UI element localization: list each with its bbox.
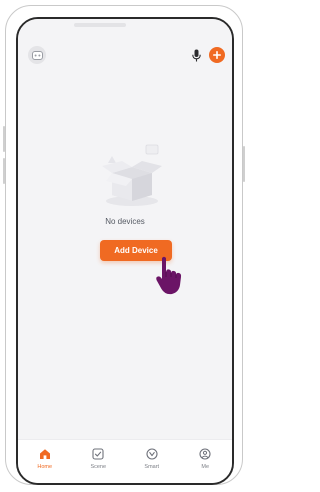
- phone-frame: No devices Add Device Home Scene Smart M…: [3, 5, 245, 485]
- tab-label: Me: [201, 464, 210, 470]
- phone-power-button: [243, 146, 245, 182]
- status-bar: [18, 19, 232, 43]
- phone-side-button: [3, 158, 5, 184]
- empty-state-message: No devices: [105, 217, 145, 226]
- empty-box-illustration: [96, 139, 168, 211]
- plus-icon: [213, 51, 221, 59]
- bottom-tab-bar: Home Scene Smart Me: [18, 439, 232, 483]
- scene-icon: [91, 447, 105, 461]
- tab-home[interactable]: Home: [25, 447, 65, 470]
- me-icon: [198, 447, 212, 461]
- status-bar-placeholder: [74, 23, 126, 27]
- avatar-icon[interactable]: [28, 46, 46, 64]
- add-plus-button[interactable]: [209, 47, 225, 63]
- app-header: [18, 43, 232, 67]
- tab-me[interactable]: Me: [185, 447, 225, 470]
- smart-icon: [145, 447, 159, 461]
- microphone-icon[interactable]: [188, 46, 204, 64]
- tab-smart[interactable]: Smart: [132, 447, 172, 470]
- tab-label: Home: [37, 464, 53, 470]
- home-icon: [38, 447, 52, 461]
- tab-scene[interactable]: Scene: [78, 447, 118, 470]
- app-screen: No devices Add Device Home Scene Smart M…: [16, 17, 234, 485]
- pointer-hand-icon: [153, 255, 187, 297]
- tab-label: Scene: [90, 464, 107, 470]
- phone-side-button: [3, 126, 5, 152]
- tab-label: Smart: [144, 464, 160, 470]
